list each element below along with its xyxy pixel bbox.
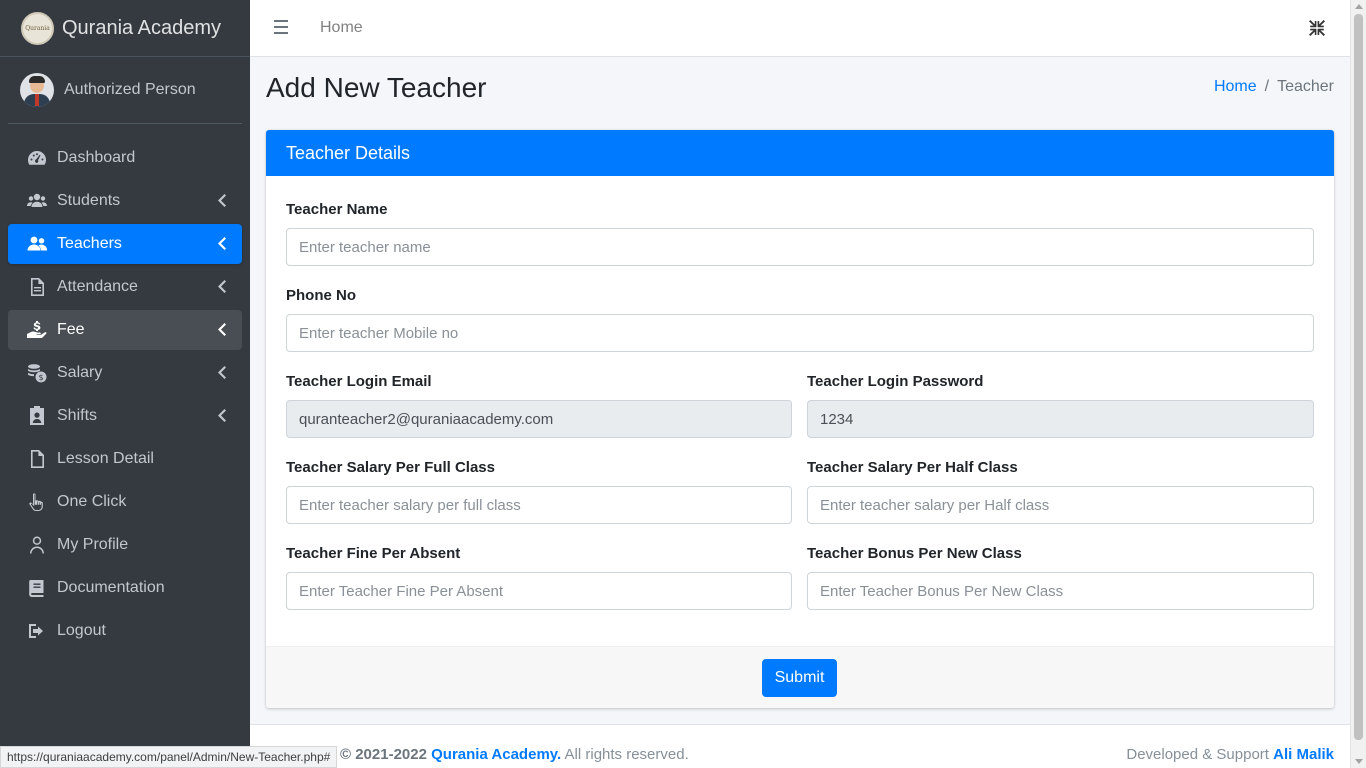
main-sidebar: Qurania Qurania Academy Authorized Perso… [0, 0, 250, 768]
teacher-details-card: Teacher Details Teacher Name Phone No Te… [266, 130, 1334, 708]
user-name[interactable]: Authorized Person [64, 81, 196, 99]
sidebar-item-label: Students [57, 192, 121, 209]
sidebar-item-my-profile[interactable]: My Profile [8, 525, 242, 565]
file-icon [25, 449, 49, 469]
menu-toggle-icon[interactable] [274, 20, 288, 36]
chevron-left-icon [218, 194, 226, 207]
hand-holding-usd-icon [25, 320, 49, 340]
top-navbar: Home [250, 0, 1350, 57]
book-icon [25, 578, 49, 598]
tachometer-icon [25, 148, 49, 168]
chevron-left-icon [218, 366, 226, 379]
compress-icon[interactable] [1308, 19, 1326, 37]
salary-half-input[interactable] [807, 486, 1314, 524]
brand-logo-text: Qurania [25, 24, 50, 32]
phone-label: Phone No [286, 287, 356, 304]
sidebar-item-lesson-detail[interactable]: Lesson Detail [8, 439, 242, 479]
brand-link[interactable]: Qurania Qurania Academy [0, 0, 250, 57]
card-footer: Submit [266, 646, 1334, 708]
hand-pointer-icon [25, 492, 49, 512]
salary-full-label: Teacher Salary Per Full Class [286, 459, 495, 476]
chevron-left-icon [218, 323, 226, 336]
user-panel[interactable]: Authorized Person [8, 57, 242, 124]
sidebar-item-salary[interactable]: $ Salary [8, 353, 242, 393]
sidebar-item-label: Teachers [57, 235, 122, 252]
scroll-down-arrow-icon[interactable] [1355, 759, 1363, 764]
sidebar-item-label: Documentation [57, 579, 165, 596]
login-password-input[interactable] [807, 400, 1314, 438]
coins-icon: $ [25, 363, 49, 383]
breadcrumb: Home / Teacher [1214, 78, 1334, 96]
login-password-label: Teacher Login Password [807, 373, 984, 390]
sidebar-item-label: Dashboard [57, 149, 136, 166]
sidebar-nav: Dashboard Students Teachers Attendance F… [0, 138, 250, 651]
brand-logo: Qurania [21, 11, 54, 45]
sidebar-item-teachers[interactable]: Teachers [8, 224, 242, 264]
user-friends-icon [25, 234, 49, 254]
fine-label: Teacher Fine Per Absent [286, 545, 461, 562]
sidebar-item-label: Logout [57, 622, 106, 639]
sidebar-item-shifts[interactable]: Shifts [8, 396, 242, 436]
sidebar-item-label: Attendance [57, 278, 138, 295]
breadcrumb-home-link[interactable]: Home [1214, 78, 1257, 96]
submit-button[interactable]: Submit [762, 659, 837, 697]
chevron-left-icon [218, 409, 226, 422]
sidebar-item-attendance[interactable]: Attendance [8, 267, 242, 307]
sidebar-item-label: Fee [57, 321, 85, 338]
sidebar-item-label: One Click [57, 493, 127, 510]
sidebar-item-students[interactable]: Students [8, 181, 242, 221]
teacher-name-input[interactable] [286, 228, 1314, 266]
phone-input[interactable] [286, 314, 1314, 352]
fine-input[interactable] [286, 572, 792, 610]
breadcrumb-current: Teacher [1277, 78, 1334, 95]
login-email-input[interactable] [286, 400, 792, 438]
status-bar-url: https://quraniaacademy.com/panel/Admin/N… [0, 746, 338, 768]
main-footer: © 2021-2022 Qurania Academy. All rights … [250, 724, 1350, 768]
id-badge-icon [25, 406, 49, 426]
user-icon [25, 535, 49, 555]
scroll-up-arrow-icon[interactable] [1355, 4, 1363, 9]
login-email-label: Teacher Login Email [286, 373, 432, 390]
sidebar-item-dashboard[interactable]: Dashboard [8, 138, 242, 178]
salary-half-label: Teacher Salary Per Half Class [807, 459, 1018, 476]
teacher-name-label: Teacher Name [286, 201, 388, 218]
academy-link[interactable]: Qurania Academy. [431, 746, 561, 763]
sidebar-item-documentation[interactable]: Documentation [8, 568, 242, 608]
bonus-input[interactable] [807, 572, 1314, 610]
sidebar-item-fee[interactable]: Fee [8, 310, 242, 350]
developer-name[interactable]: Ali Malik [1273, 746, 1334, 763]
sidebar-item-label: My Profile [57, 536, 129, 553]
developer-credit: Developed & Support Ali Malik [1126, 746, 1334, 763]
page-scrollbar[interactable] [1350, 0, 1366, 768]
sign-out-icon [25, 621, 49, 641]
breadcrumb-separator: / [1264, 78, 1270, 95]
sidebar-item-label: Salary [57, 364, 103, 381]
sidebar-item-one-click[interactable]: One Click [8, 482, 242, 522]
top-nav-home-link[interactable]: Home [320, 19, 363, 37]
chevron-left-icon [218, 237, 226, 250]
developer-prefix: Developed & Support [1126, 746, 1269, 763]
rights-text: All rights reserved. [564, 746, 689, 763]
card-title: Teacher Details [266, 130, 1334, 176]
sidebar-item-logout[interactable]: Logout [8, 611, 242, 651]
copyright: © 2021-2022 Qurania Academy. All rights … [340, 746, 689, 763]
sidebar-item-label: Lesson Detail [57, 450, 154, 467]
bonus-label: Teacher Bonus Per New Class [807, 545, 1022, 562]
salary-full-input[interactable] [286, 486, 792, 524]
brand-name: Qurania Academy [62, 16, 221, 39]
file-alt-icon [25, 277, 49, 297]
scroll-thumb[interactable] [1354, 14, 1363, 740]
avatar [20, 73, 54, 107]
chevron-left-icon [218, 280, 226, 293]
copyright-years: © 2021-2022 [340, 746, 427, 763]
page-title: Add New Teacher [266, 72, 487, 103]
users-icon [25, 191, 49, 211]
sidebar-item-label: Shifts [57, 407, 98, 424]
svg-text:$: $ [38, 373, 43, 382]
